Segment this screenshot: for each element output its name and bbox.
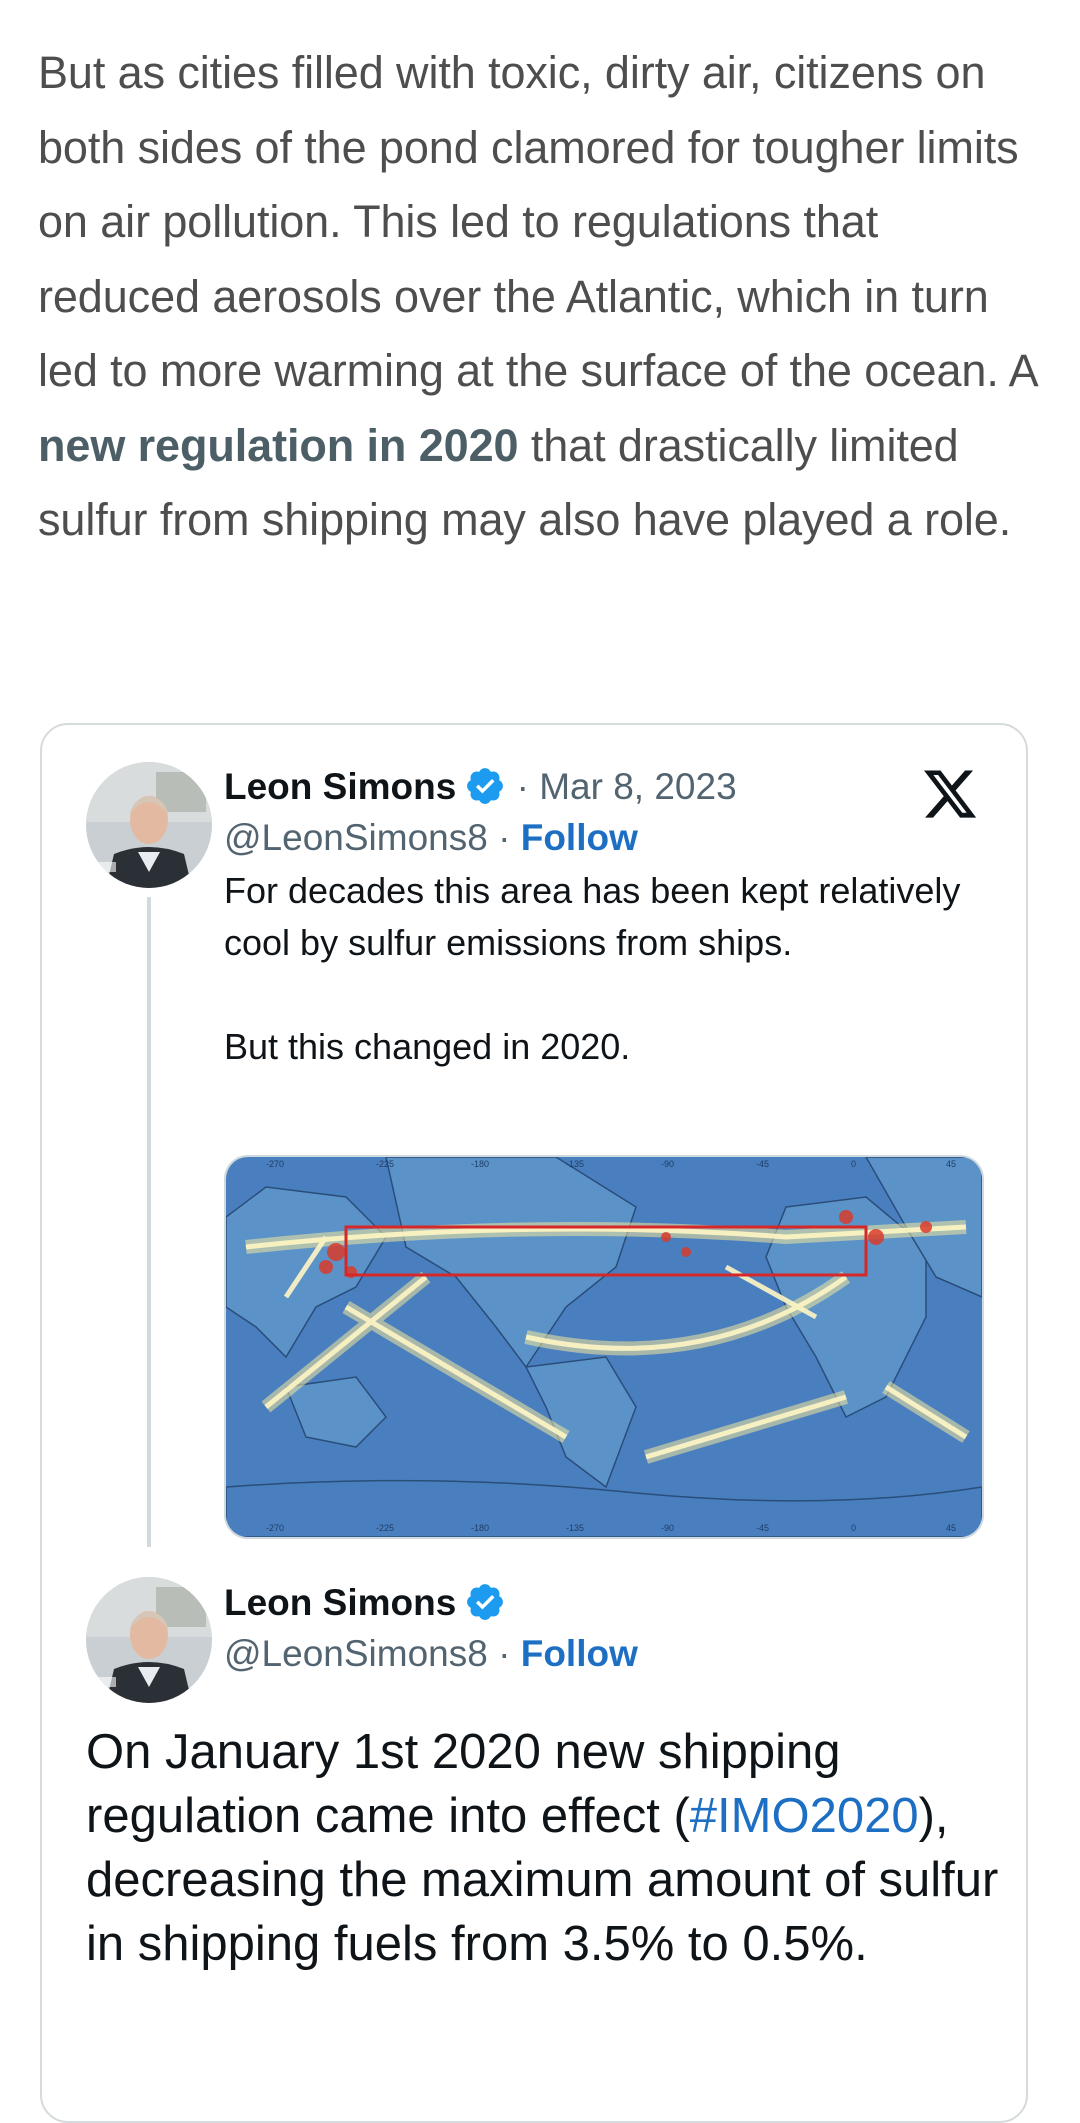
tweet1-handle-row: @LeonSimons8 · Follow (224, 817, 638, 859)
tweet1-text: For decades this area has been kept rela… (224, 870, 961, 1067)
map-tick-label: -180 (471, 1523, 489, 1533)
map-tick-label: -270 (266, 1159, 284, 1169)
map-tick-label: -90 (661, 1159, 674, 1169)
avatar[interactable] (86, 1577, 212, 1703)
map-tick-label: -135 (566, 1159, 584, 1169)
author-handle[interactable]: @LeonSimons8 (224, 817, 488, 858)
new-regulation-link[interactable]: new regulation in 2020 (38, 420, 519, 471)
follow-button[interactable]: Follow (521, 1633, 638, 1674)
hashtag-link[interactable]: #IMO2020 (690, 1789, 919, 1843)
tweet-date[interactable]: · Mar 8, 2023 (517, 766, 737, 807)
follow-button[interactable]: Follow (521, 817, 638, 858)
tweet2-handle-row: @LeonSimons8 · Follow (224, 1633, 638, 1675)
map-tick-label: -90 (661, 1523, 674, 1533)
map-tick-label: 0 (851, 1523, 856, 1533)
map-tick-label: -180 (471, 1159, 489, 1169)
verified-badge-icon (467, 768, 504, 804)
tweet1-header: Leon Simons · Mar 8, 2023 (224, 765, 737, 808)
map-tick-label: 45 (946, 1159, 956, 1169)
separator-dot: · (498, 817, 511, 858)
author-name[interactable]: Leon Simons (224, 1582, 456, 1623)
map-tick-label: -45 (756, 1523, 769, 1533)
map-tick-label: 0 (851, 1159, 856, 1169)
tweet2-text: On January 1st 2020 new shipping regulat… (86, 1720, 1006, 1976)
map-tick-label: -225 (376, 1159, 394, 1169)
author-name[interactable]: Leon Simons (224, 766, 456, 807)
avatar[interactable] (86, 762, 212, 888)
author-handle[interactable]: @LeonSimons8 (224, 1633, 488, 1674)
map-tick-label: -45 (756, 1159, 769, 1169)
map-tick-label: -135 (566, 1523, 584, 1533)
article-text: But as cities filled with toxic, dirty a… (38, 36, 1048, 558)
verified-badge-icon (467, 1584, 504, 1620)
thread-connector-line (147, 897, 151, 1547)
map-tick-label: 45 (946, 1523, 956, 1533)
separator-dot: · (498, 1633, 511, 1674)
shipping-emissions-map[interactable]: -270 -225 -180 -135 -90 -45 0 45 -270 -225 -180 -1… (224, 1155, 984, 1539)
article-paragraph: But as cities filled with toxic, dirty a… (38, 36, 1048, 558)
x-logo-icon[interactable] (920, 765, 980, 823)
embedded-tweet-card[interactable]: Leon Simons · Mar 8, 2023 @LeonSimons8 ·… (40, 723, 1028, 2123)
map-tick-label: -225 (376, 1523, 394, 1533)
map-tick-label: -270 (266, 1523, 284, 1533)
tweet2-header: Leon Simons (224, 1581, 506, 1624)
article-text-start: But as cities filled with toxic, dirty a… (38, 47, 1037, 396)
